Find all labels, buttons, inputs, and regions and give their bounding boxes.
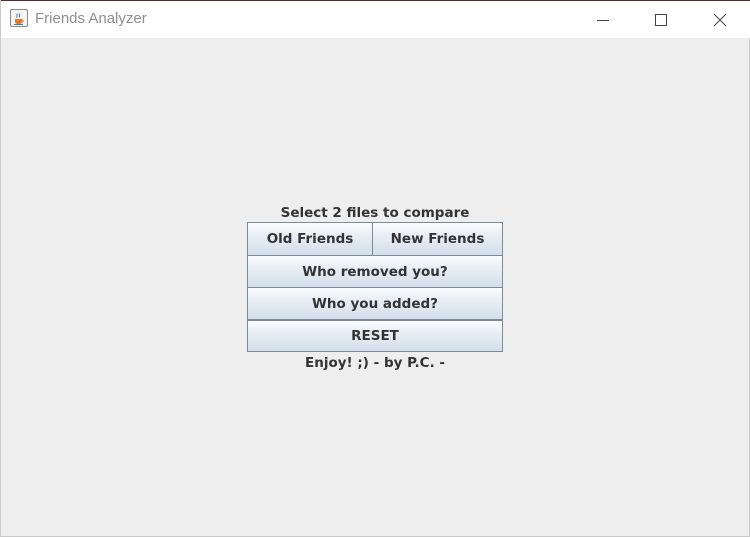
reset-button[interactable]: RESET: [247, 320, 503, 352]
window-title: Friends Analyzer: [35, 10, 147, 27]
close-icon[interactable]: [697, 2, 743, 38]
instruction-label: Select 2 files to compare: [280, 205, 470, 221]
maximize-icon[interactable]: [638, 2, 684, 38]
credits-label: Enjoy! ;) - by P.C. -: [304, 355, 445, 371]
app-window: Friends Analyzer Select 2 files to compa…: [0, 0, 750, 537]
new-friends-button[interactable]: New Friends: [372, 222, 503, 256]
who-you-added-button[interactable]: Who you added?: [247, 287, 503, 320]
who-removed-you-button[interactable]: Who removed you?: [247, 255, 503, 288]
java-cup-icon[interactable]: [10, 9, 28, 27]
title-bar[interactable]: Friends Analyzer: [1, 1, 750, 38]
old-friends-button[interactable]: Old Friends: [247, 222, 373, 256]
content-panel: Select 2 files to compare Old Friends Ne…: [1, 38, 750, 537]
minimize-icon[interactable]: [580, 2, 626, 38]
